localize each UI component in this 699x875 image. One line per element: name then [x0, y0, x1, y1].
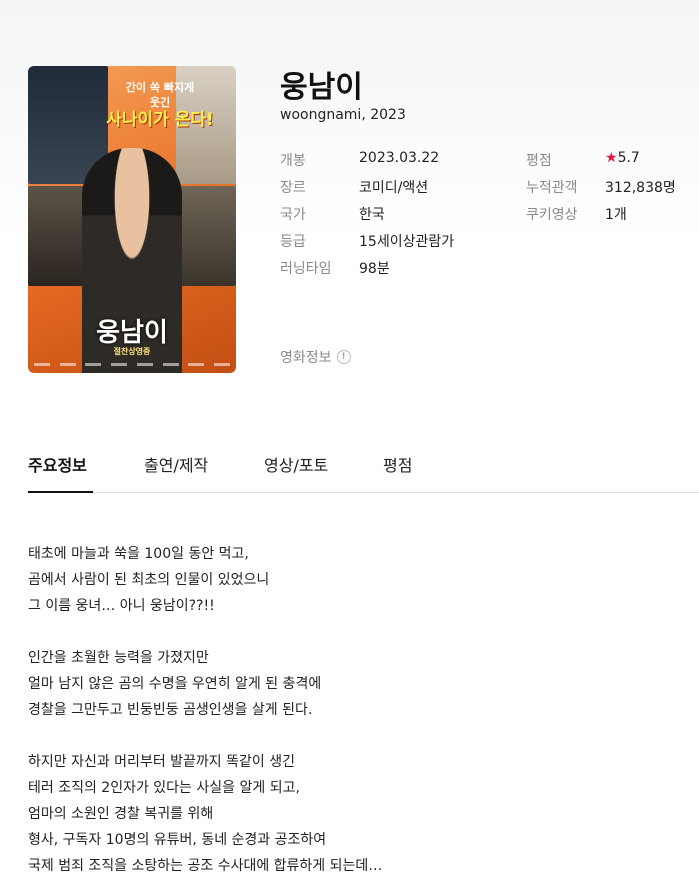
- synopsis-line: 얼마 남지 않은 곰의 수명을 우연히 알게 된 충격에: [28, 676, 322, 692]
- poster-title-art: 웅남이: [96, 318, 168, 348]
- poster-tagline-line: 간이 쏙 빠지게: [125, 81, 195, 94]
- synopsis-line: 테러 조직의 2인자가 있다는 사실을 알게 되고,: [28, 780, 300, 796]
- info-value: 98분: [359, 261, 390, 277]
- info-value: 1개: [605, 207, 627, 223]
- info-label: 누적관객: [526, 180, 578, 196]
- poster-tagline-highlight: 사나이가 온다!: [106, 110, 214, 130]
- info-value: ★5.7: [605, 150, 640, 166]
- synopsis-line: 하지만 자신과 머리부터 발끝까지 똑같이 생긴: [28, 754, 295, 770]
- movie-poster[interactable]: 간이 쏙 빠지게 웃긴 사나이가 온다! 웅남이 절찬상영중: [28, 66, 236, 373]
- info-value: 312,838명: [605, 180, 676, 196]
- synopsis-line: 엄마의 소원인 경찰 복귀를 위해: [28, 806, 214, 822]
- movie-title: 웅남이: [280, 70, 363, 105]
- poster-tagline: 간이 쏙 빠지게 웃긴 사나이가 온다!: [98, 80, 222, 130]
- synopsis: 태초에 마늘과 쑥을 100일 동안 먹고, 곰에서 사람이 된 최초의 인물이…: [28, 543, 668, 875]
- score-value: 5.7: [617, 150, 640, 166]
- star-icon: ★: [605, 150, 618, 166]
- synopsis-line: 그 이름 웅녀… 아니 웅남이??!!: [28, 598, 215, 614]
- synopsis-line: 곰에서 사람이 된 최초의 인물이 있었으니: [28, 572, 270, 588]
- info-value: 코미디/액션: [359, 180, 429, 196]
- info-value: 15세이상관람가: [359, 234, 455, 250]
- tab-reviews[interactable]: 평점: [383, 452, 412, 492]
- poster-credits: [34, 360, 230, 368]
- info-value: 한국: [359, 207, 385, 223]
- tab-main-info[interactable]: 주요정보: [28, 452, 93, 493]
- movie-info-link[interactable]: 영화정보 !: [280, 347, 351, 367]
- synopsis-line: 국제 범죄 조직을 소탕하는 공조 수사대에 합류하게 되는데…: [28, 858, 383, 874]
- poster-panel: [178, 186, 236, 286]
- info-label: 장르: [280, 180, 306, 196]
- tab-cast-crew[interactable]: 출연/제작: [144, 452, 208, 492]
- info-label: 개봉: [280, 153, 306, 169]
- info-icon[interactable]: !: [336, 350, 351, 364]
- synopsis-line: 태초에 마늘과 쑥을 100일 동안 먹고,: [28, 546, 249, 562]
- poster-tagline-line: 웃긴: [149, 96, 171, 109]
- synopsis-line: 형사, 구독자 10명의 유튜버, 동네 순경과 공조하여: [28, 832, 327, 848]
- tab-bar: 주요정보 출연/제작 영상/포토 평점: [28, 452, 699, 493]
- movie-original-title-year: woongnami, 2023: [280, 107, 406, 123]
- tab-video-photo[interactable]: 영상/포토: [264, 452, 328, 492]
- synopsis-line: 경찰을 그만두고 빈둥빈둥 곰생인생을 살게 된다.: [28, 702, 313, 718]
- poster-panel: [28, 186, 90, 286]
- info-label: 국가: [280, 207, 306, 223]
- info-label: 평점: [526, 153, 552, 169]
- info-label: 등급: [280, 234, 306, 250]
- movie-info-link-label: 영화정보: [280, 350, 332, 366]
- info-label: 쿠키영상: [526, 207, 578, 223]
- info-value: 2023.03.22: [359, 150, 440, 166]
- info-label: 러닝타임: [280, 261, 332, 277]
- synopsis-line: 인간을 초월한 능력을 가졌지만: [28, 650, 209, 666]
- poster-subtitle-art: 절찬상영중: [113, 347, 151, 356]
